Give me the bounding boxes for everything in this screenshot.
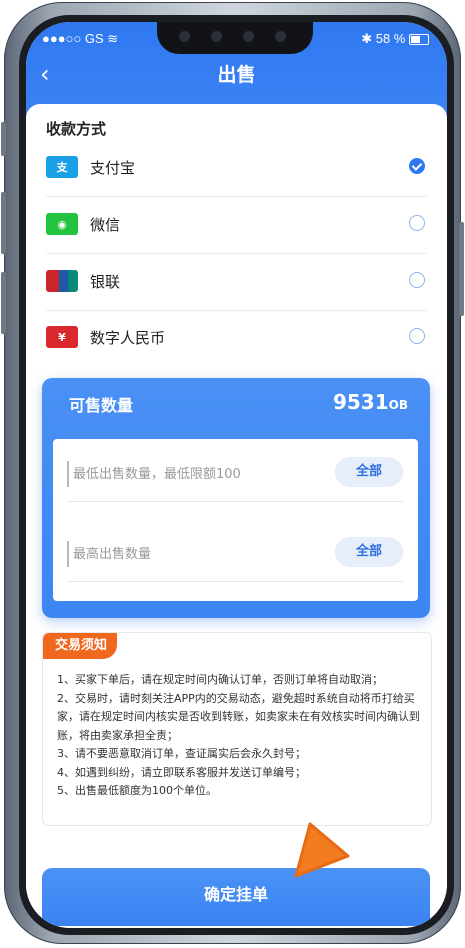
radio-selected[interactable] — [409, 158, 425, 174]
carrier: GS — [84, 31, 104, 46]
notice-line: 1、买家下单后，请在规定时间内确认订单，否则订单将自动取消； — [57, 673, 383, 686]
wifi-icon: ≋ — [107, 31, 119, 46]
payment-method-alipay[interactable]: 支 支付宝 — [46, 140, 427, 197]
sell-quantity-card: 可售数量 9531OB 全部 全部 — [42, 378, 430, 618]
notice-tag: 交易须知 — [43, 633, 118, 659]
available-quantity-label: 可售数量 — [69, 396, 134, 415]
payment-method-label: 数字人民币 — [90, 329, 166, 347]
notice-line: 2、交易时，请时刻关注APP内的交易动态，避免超时系统自动将币打给买家，请在规定… — [57, 691, 420, 742]
payment-section-title: 收款方式 — [46, 120, 107, 138]
payment-method-digital-rmb[interactable]: ¥ 数字人民币 — [46, 310, 427, 366]
screen: ●●●○○ GS ≋ ✱ 58 % ‹ 出售 收款方式 支 支付宝 ◉ 微信 银… — [26, 22, 447, 928]
page-title: 出售 — [217, 64, 256, 86]
alipay-icon: 支 — [46, 156, 78, 178]
silent-switch — [1, 122, 6, 156]
payment-method-label: 支付宝 — [90, 159, 136, 177]
notice-line: 5、出售最低额度为100个单位。 — [57, 784, 217, 797]
max-quantity-input[interactable] — [67, 541, 335, 567]
battery-percent: 58 % — [375, 31, 406, 46]
volume-up-button — [1, 192, 6, 254]
volume-down-button — [1, 272, 6, 334]
max-all-button[interactable]: 全部 — [335, 537, 403, 567]
radio-unselected[interactable] — [409, 328, 425, 344]
available-quantity-value: 9531OB — [333, 390, 408, 414]
payment-method-label: 银联 — [90, 273, 121, 291]
battery-status: ✱ 58 % — [361, 31, 429, 47]
notice-line: 4、如遇到纠纷，请立即联系客服并发送订单编号； — [57, 765, 306, 779]
unionpay-icon — [46, 270, 78, 292]
max-quantity-field: 全部 — [67, 525, 403, 582]
quantity-unit: OB — [388, 398, 408, 412]
bluetooth-icon: ✱ — [361, 31, 373, 46]
quantity-inputs: 全部 全部 — [53, 439, 418, 601]
radio-unselected[interactable] — [409, 272, 425, 288]
min-quantity-input[interactable] — [67, 461, 335, 487]
min-all-button[interactable]: 全部 — [335, 457, 403, 487]
notch — [157, 22, 313, 54]
digital-rmb-icon: ¥ — [46, 326, 78, 348]
payment-method-unionpay[interactable]: 银联 — [46, 254, 427, 311]
trade-notice: 交易须知 1、买家下单后，请在规定时间内确认订单，否则订单将自动取消； 2、交易… — [42, 632, 432, 826]
payment-method-wechat[interactable]: ◉ 微信 — [46, 197, 427, 254]
quantity-number: 9531 — [332, 390, 389, 414]
min-quantity-field: 全部 — [67, 445, 403, 502]
notice-line: 3、请不要恶意取消订单，查证属实后会永久封号； — [57, 747, 306, 760]
pointer-arrow-icon — [294, 822, 350, 878]
payment-method-label: 微信 — [90, 216, 121, 234]
battery-icon — [409, 34, 429, 46]
power-button — [459, 222, 464, 316]
signal-indicator: ●●●○○ GS ≋ — [42, 31, 119, 46]
radio-unselected[interactable] — [409, 215, 425, 231]
phone-frame: ●●●○○ GS ≋ ✱ 58 % ‹ 出售 收款方式 支 支付宝 ◉ 微信 银… — [1, 2, 464, 944]
wechat-icon: ◉ — [46, 213, 78, 235]
notice-lines: 1、买家下单后，请在规定时间内确认订单，否则订单将自动取消； 2、交易时，请时刻… — [57, 671, 421, 801]
confirm-listing-button[interactable]: 确定挂单 — [42, 868, 430, 926]
